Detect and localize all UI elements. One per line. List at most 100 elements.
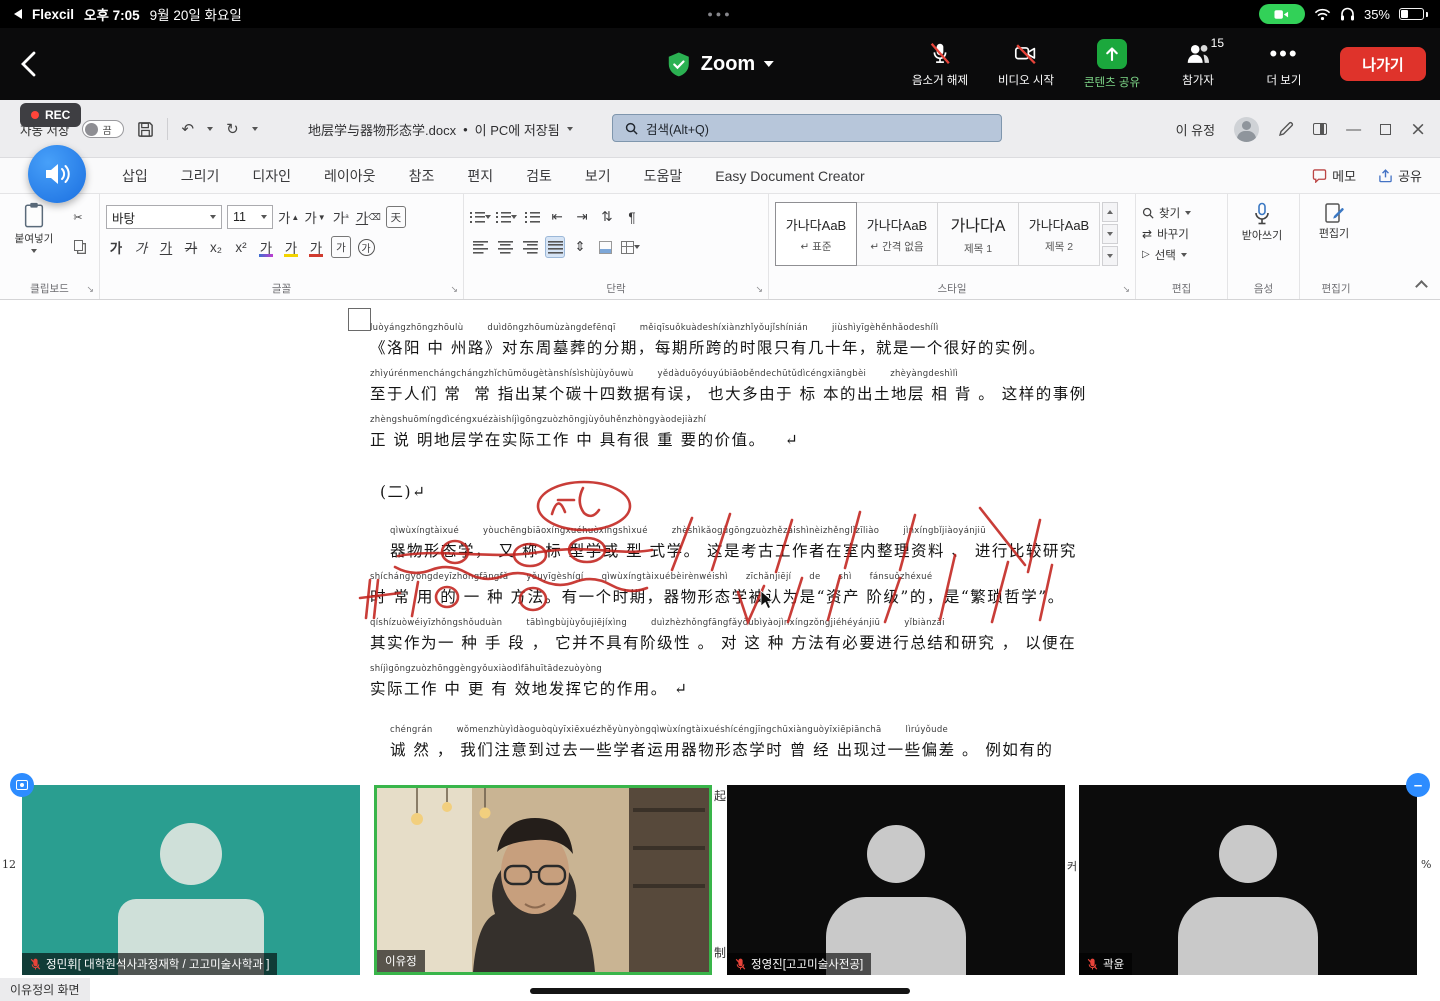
document-title-area[interactable]: 地层学与器物形态学.docx • 이 PC에 저장됨 bbox=[308, 100, 573, 158]
autosave-toggle[interactable]: 끔 bbox=[82, 120, 124, 138]
shading-button[interactable] bbox=[595, 236, 615, 258]
shrink-font-button[interactable]: 가▼ bbox=[304, 206, 325, 228]
unmute-button[interactable]: 음소거 해제 bbox=[904, 40, 976, 88]
multilevel-list-button[interactable] bbox=[522, 206, 542, 228]
styles-dialog-launcher[interactable]: ↘ bbox=[1122, 285, 1130, 295]
participant-tile-4[interactable]: 곽윤 bbox=[1079, 785, 1417, 975]
participant-tile-2-active-speaker[interactable]: 이유정 bbox=[374, 785, 712, 975]
start-video-button[interactable]: 비디오 시작 bbox=[990, 40, 1062, 88]
justify-button[interactable] bbox=[545, 236, 565, 258]
change-case-button[interactable]: 가ᵃ bbox=[331, 206, 351, 228]
superscript-button[interactable]: x² bbox=[231, 236, 251, 258]
clipboard-dialog-launcher[interactable]: ↘ bbox=[86, 285, 94, 295]
more-button[interactable]: ••• 더 보기 bbox=[1248, 41, 1320, 88]
hanja-convert-button[interactable]: 天 bbox=[386, 206, 406, 228]
search-icon bbox=[625, 122, 638, 135]
leave-button[interactable]: 나가기 bbox=[1340, 47, 1426, 81]
paste-button[interactable]: 붙여넣기 bbox=[6, 202, 62, 256]
styles-scroll-down[interactable] bbox=[1102, 224, 1118, 244]
undo-chevron-icon[interactable] bbox=[207, 127, 213, 131]
style-no-spacing[interactable]: 가나다AaB ↵ 간격 없음 bbox=[856, 202, 938, 266]
user-name[interactable]: 이 유정 bbox=[1176, 120, 1216, 139]
back-chevron-icon[interactable] bbox=[18, 48, 40, 80]
copy-button[interactable] bbox=[68, 234, 88, 256]
user-avatar[interactable] bbox=[1234, 117, 1259, 142]
back-app-name[interactable]: Flexcil bbox=[32, 7, 74, 22]
sort-button[interactable]: ⇅ bbox=[597, 206, 617, 228]
text-effects-button[interactable]: 가 bbox=[256, 236, 276, 258]
style-heading1[interactable]: 가나다A 제목 1 bbox=[937, 202, 1019, 266]
align-left-button[interactable] bbox=[470, 236, 490, 258]
styles-more-button[interactable] bbox=[1102, 246, 1118, 266]
comments-button[interactable]: 메모 bbox=[1312, 166, 1356, 185]
borders-button[interactable] bbox=[620, 236, 640, 258]
multitask-dots-icon[interactable]: ●●● bbox=[707, 9, 732, 19]
audio-speaker-button[interactable] bbox=[28, 145, 86, 203]
tab-insert[interactable]: 삽입 bbox=[122, 166, 148, 186]
participant-tile-3[interactable]: 정영진[고고미술사전공] bbox=[727, 785, 1065, 975]
share-button[interactable]: 공유 bbox=[1378, 166, 1422, 185]
clear-formatting-button[interactable]: 가⌫ bbox=[356, 206, 381, 228]
cut-button[interactable]: ✂ bbox=[68, 206, 88, 228]
show-marks-button[interactable]: ¶ bbox=[622, 206, 642, 228]
font-dialog-launcher[interactable]: ↘ bbox=[450, 285, 458, 295]
maximize-button[interactable] bbox=[1380, 124, 1391, 135]
editor-button[interactable]: 편집기 bbox=[1306, 202, 1362, 242]
find-button[interactable]: 찾기 bbox=[1142, 202, 1221, 223]
dictate-button[interactable]: 받아쓰기 bbox=[1234, 202, 1290, 244]
align-center-button[interactable] bbox=[495, 236, 515, 258]
grow-font-button[interactable]: 가▲ bbox=[278, 206, 299, 228]
search-box[interactable]: 검색(Alt+Q) bbox=[612, 114, 1002, 142]
character-border-button[interactable]: 가 bbox=[331, 236, 351, 258]
redo-button[interactable]: ↻ bbox=[226, 120, 239, 138]
participant-tile-1[interactable]: 정민휘[ 대학원석사과정재학 / 고고미술사학과 ] bbox=[22, 785, 360, 975]
numbering-button[interactable] bbox=[496, 206, 517, 228]
font-color-button[interactable]: 가 bbox=[306, 236, 326, 258]
highlight-button[interactable]: 가 bbox=[281, 236, 301, 258]
meeting-title-area[interactable]: Zoom bbox=[666, 28, 774, 100]
pen-mode-icon[interactable] bbox=[1278, 121, 1294, 137]
collapse-ribbon-chevron[interactable] bbox=[1415, 280, 1428, 293]
tab-mailings[interactable]: 편지 bbox=[467, 166, 493, 186]
panel-toggle-icon[interactable] bbox=[1313, 123, 1327, 135]
styles-scroll-up[interactable] bbox=[1102, 202, 1118, 222]
screen-recording-indicator[interactable] bbox=[1259, 4, 1305, 24]
enclose-character-button[interactable]: 가 bbox=[356, 236, 376, 258]
bold-button[interactable]: 가 bbox=[106, 236, 126, 258]
close-button[interactable]: × bbox=[1410, 118, 1426, 140]
titlebar-more-chevron[interactable] bbox=[252, 127, 258, 131]
tab-easy-document-creator[interactable]: Easy Document Creator bbox=[715, 168, 864, 184]
tab-help[interactable]: 도움말 bbox=[644, 166, 683, 186]
style-heading2[interactable]: 가나다AaB 제목 2 bbox=[1018, 202, 1100, 266]
line-spacing-button[interactable]: ⇕ bbox=[570, 236, 590, 258]
style-normal[interactable]: 가나다AaB ↵ 표준 bbox=[775, 202, 857, 266]
tab-review[interactable]: 검토 bbox=[526, 166, 552, 186]
tab-references[interactable]: 참조 bbox=[409, 166, 435, 186]
font-name-select[interactable]: 바탕 bbox=[106, 205, 222, 229]
back-to-app-icon[interactable] bbox=[14, 9, 22, 19]
replace-button[interactable]: ⇄ 바꾸기 bbox=[1142, 223, 1221, 244]
tab-design[interactable]: 디자인 bbox=[252, 166, 291, 186]
participants-button[interactable]: 15 참가자 bbox=[1162, 40, 1234, 88]
select-button[interactable]: ▷ 선택 bbox=[1142, 244, 1221, 265]
underline-button[interactable]: 가 bbox=[156, 236, 176, 258]
gallery-view-button[interactable] bbox=[10, 773, 34, 797]
share-content-button[interactable]: 콘텐츠 공유 bbox=[1076, 39, 1148, 90]
tab-draw[interactable]: 그리기 bbox=[181, 166, 220, 186]
align-right-button[interactable] bbox=[520, 236, 540, 258]
bullets-button[interactable] bbox=[470, 206, 491, 228]
tab-view[interactable]: 보기 bbox=[585, 166, 611, 186]
paragraph-dialog-launcher[interactable]: ↘ bbox=[755, 285, 763, 295]
tab-layout[interactable]: 레이아웃 bbox=[324, 166, 376, 186]
minimize-button[interactable]: — bbox=[1346, 121, 1361, 138]
strikethrough-button[interactable]: 가 bbox=[181, 236, 201, 258]
italic-button[interactable]: 가 bbox=[131, 236, 151, 258]
subscript-button[interactable]: x₂ bbox=[206, 236, 226, 258]
save-icon[interactable] bbox=[137, 121, 154, 138]
undo-button[interactable]: ↶ bbox=[181, 120, 194, 138]
home-indicator[interactable] bbox=[530, 988, 910, 994]
decrease-indent-button[interactable]: ⇤ bbox=[547, 206, 567, 228]
increase-indent-button[interactable]: ⇥ bbox=[572, 206, 592, 228]
font-size-select[interactable]: 11 bbox=[227, 205, 273, 229]
hide-thumbnails-button[interactable]: – bbox=[1406, 773, 1430, 797]
